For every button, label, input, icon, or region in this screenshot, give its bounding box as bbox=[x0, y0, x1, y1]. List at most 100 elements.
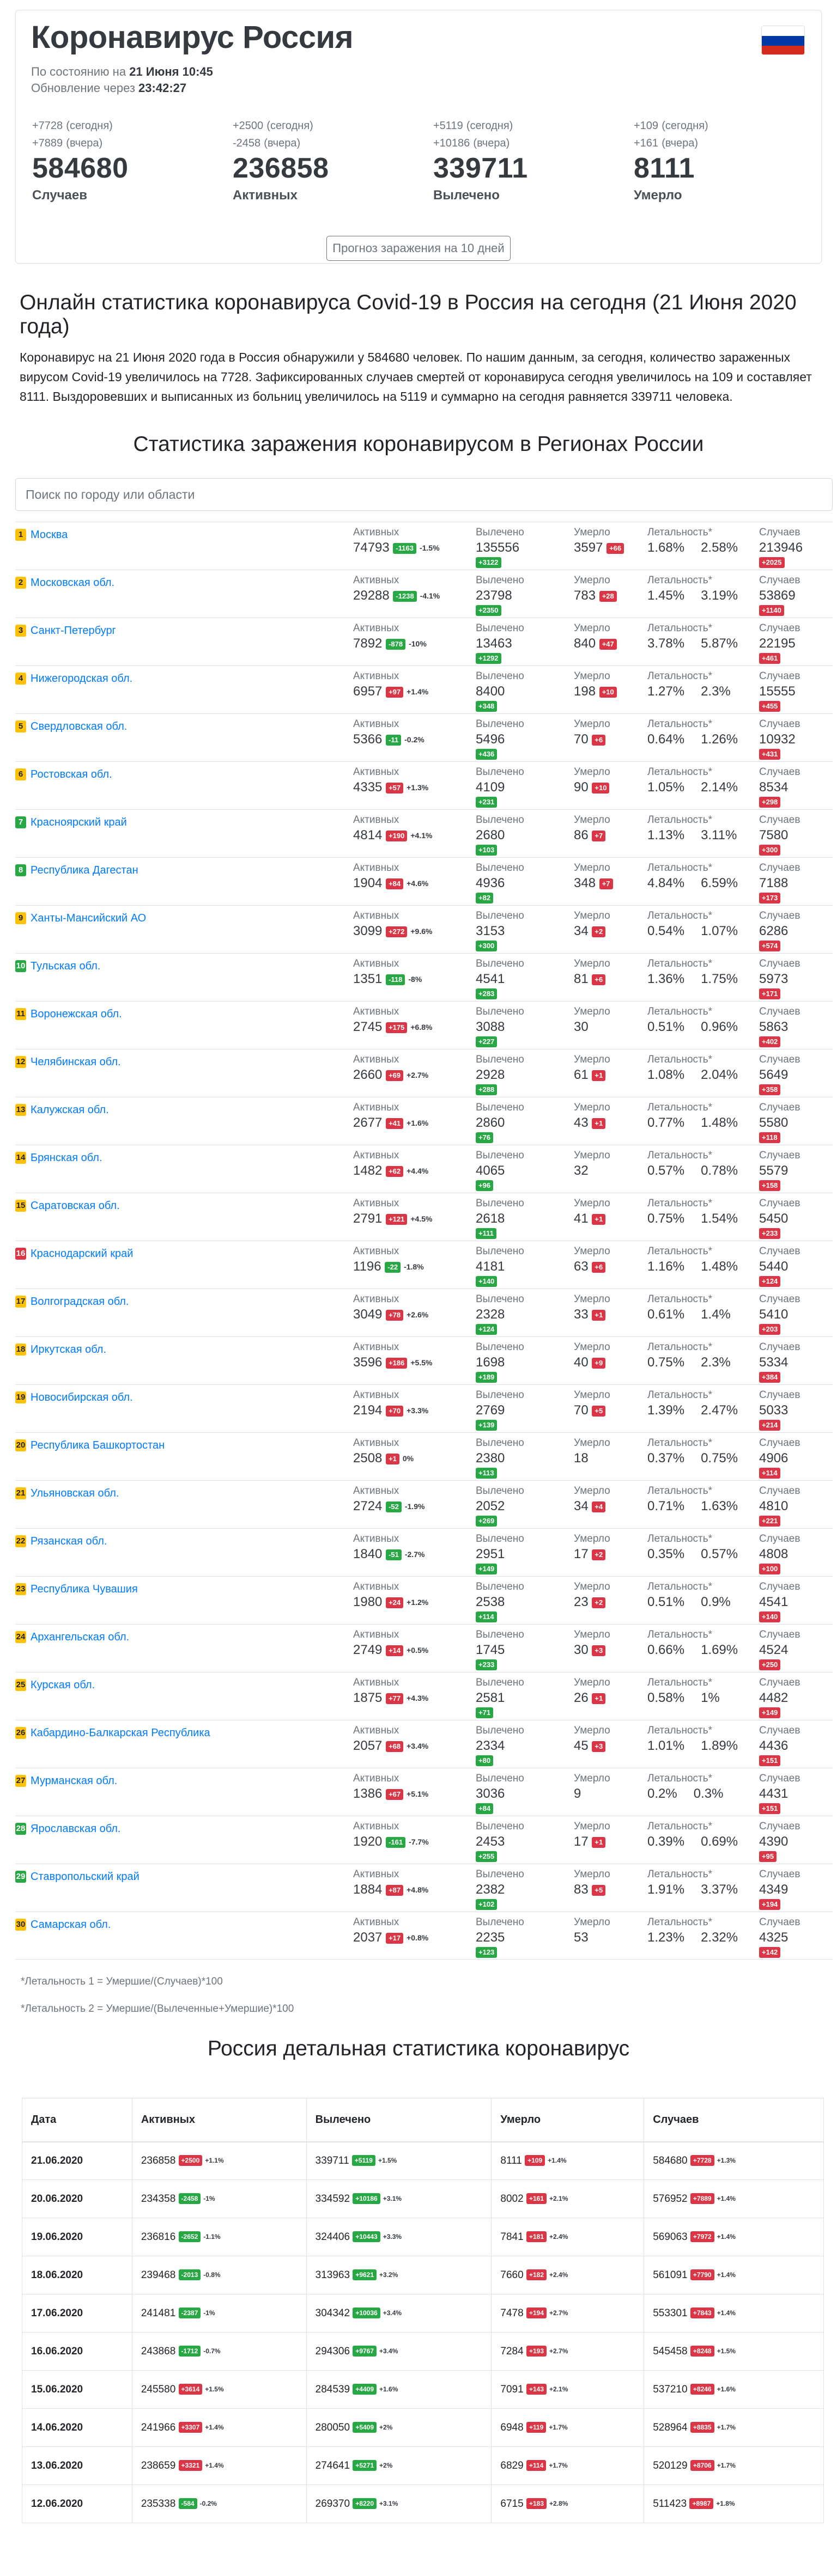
delta-badge: +17 bbox=[386, 1933, 404, 1944]
lethality-cell: Летальность* 1.36% 1.75% bbox=[647, 958, 738, 986]
region-link[interactable]: Брянская обл. bbox=[31, 1152, 102, 1164]
region-link[interactable]: Республика Чувашия bbox=[31, 1583, 138, 1596]
detail-active: 236816 -2652 -1.1% bbox=[131, 2218, 307, 2256]
region-link[interactable]: Санкт-Петербург bbox=[31, 625, 116, 637]
detail-recovered: 294306 +9767 +3.4% bbox=[306, 2332, 492, 2371]
lethality-cell: Летальность* 0.37% 0.75% bbox=[647, 1437, 738, 1466]
region-link[interactable]: Ростовская обл. bbox=[31, 768, 112, 781]
active-cell: Активных 2660 +69 +2.7% bbox=[353, 1054, 429, 1082]
region-link[interactable]: Воронежская обл. bbox=[31, 1008, 122, 1021]
lethality-cell: Летальность* 1.27% 2.3% bbox=[647, 670, 731, 699]
region-row: 10 Тульская обл. Активных 1351 -118 -8% Вылеч… bbox=[15, 953, 833, 1001]
intro-text: Коронавирус на 21 Июня 2020 года в Росси… bbox=[20, 350, 812, 404]
active-cell: Активных 3596 +186 +5.5% bbox=[353, 1341, 433, 1370]
delta-badge: +221 bbox=[759, 1516, 781, 1527]
cases-cell: Случаев 5863 +402 bbox=[759, 1005, 800, 1048]
recovered-cell: Вылечено 5496 +436 bbox=[476, 717, 524, 760]
region-link[interactable]: Калужская обл. bbox=[31, 1104, 109, 1116]
died-cell: Умерло 840 +47 bbox=[574, 621, 617, 652]
region-link[interactable]: Республика Дагестан bbox=[31, 864, 138, 877]
cases-cell: Случаев 4325 +142 bbox=[759, 1915, 800, 1958]
region-link[interactable]: Ульяновская обл. bbox=[31, 1487, 119, 1500]
region-row: 24 Архангельская обл. Активных 2749 +14 +0.5… bbox=[15, 1624, 833, 1672]
region-link[interactable]: Самарская обл. bbox=[31, 1919, 111, 1931]
detail-active: 239468 -2013 -0.8% bbox=[131, 2256, 307, 2294]
region-link[interactable]: Нижегородская обл. bbox=[31, 673, 132, 685]
region-link[interactable]: Москва bbox=[31, 529, 68, 541]
delta-badge: +7889 bbox=[690, 2193, 714, 2204]
region-link[interactable]: Тульская обл. bbox=[31, 960, 100, 973]
recovered-cell: Вылечено 2769 +139 bbox=[476, 1388, 524, 1431]
delta-badge: +8220 bbox=[353, 2498, 377, 2509]
region-rank: 30 bbox=[15, 1919, 26, 1931]
delta-badge: +71 bbox=[476, 1707, 494, 1718]
detail-recovered: 280050 +5409 +2% bbox=[306, 2408, 492, 2447]
update-line: Обновление через 23:42:27 bbox=[31, 81, 187, 95]
stat-label: Умерло bbox=[634, 188, 682, 203]
delta-badge: +7790 bbox=[690, 2269, 714, 2280]
region-link[interactable]: Челябинская обл. bbox=[31, 1056, 121, 1069]
delta-badge: +10036 bbox=[353, 2307, 380, 2318]
active-cell: Активных 4814 +190 +4.1% bbox=[353, 814, 433, 843]
stat-yesterday: +10186 (вчера) bbox=[433, 137, 510, 149]
region-row: 19 Новосибирская обл. Активных 2194 +70 +3.3… bbox=[15, 1384, 833, 1432]
delta-badge: +3 bbox=[592, 1741, 606, 1752]
region-link[interactable]: Ярославская обл. bbox=[31, 1823, 121, 1835]
region-rank: 24 bbox=[15, 1631, 26, 1643]
detail-recovered: 284539 +4409 +1.6% bbox=[306, 2370, 492, 2409]
region-search-input[interactable] bbox=[15, 478, 833, 511]
lethality-cell: Летальность* 1.91% 3.37% bbox=[647, 1869, 738, 1897]
recovered-cell: Вылечено 3153 +300 bbox=[476, 909, 524, 952]
region-row: 13 Калужская обл. Активных 2677 +41 +1.6% Выл… bbox=[15, 1097, 833, 1145]
delta-badge: +1 bbox=[592, 1214, 606, 1225]
region-link[interactable]: Архангельская обл. bbox=[31, 1631, 129, 1644]
region-row: 7 Красноярский край Активных 4814 +190 +4.1%… bbox=[15, 809, 833, 857]
delta-badge: +1 bbox=[592, 1118, 606, 1129]
region-link[interactable]: Кабардино-Балкарская Республика bbox=[31, 1727, 210, 1739]
region-link[interactable]: Иркутская обл. bbox=[31, 1344, 106, 1356]
region-link[interactable]: Рязанская обл. bbox=[31, 1535, 107, 1548]
region-row: 9 Ханты-Мансийский АО Активных 3099 +272 +9.… bbox=[15, 905, 833, 953]
delta-badge: +77 bbox=[386, 1693, 404, 1704]
stat-label: Активных bbox=[233, 188, 298, 203]
detail-died: 8111 +109 +1.4% bbox=[491, 2141, 645, 2180]
region-link[interactable]: Московская обл. bbox=[31, 577, 114, 589]
region-link[interactable]: Ханты-Мансийский АО bbox=[31, 912, 146, 925]
region-rank: 1 bbox=[15, 529, 26, 541]
region-link[interactable]: Саратовская обл. bbox=[31, 1200, 120, 1212]
region-link[interactable]: Курская обл. bbox=[31, 1679, 95, 1692]
died-cell: Умерло 70 +5 bbox=[574, 1389, 610, 1418]
recovered-cell: Вылечено 3036 +84 bbox=[476, 1772, 524, 1815]
region-link[interactable]: Волгоградская обл. bbox=[31, 1296, 129, 1308]
region-link[interactable]: Краснодарский край bbox=[31, 1248, 133, 1260]
delta-badge: +97 bbox=[386, 687, 404, 698]
died-cell: Умерло 198 +10 bbox=[574, 669, 617, 700]
delta-badge: +7 bbox=[592, 831, 606, 841]
delta-badge: +7728 bbox=[690, 2154, 714, 2166]
forecast-button[interactable]: Прогноз заражения на 10 дней bbox=[326, 236, 511, 261]
detail-header[interactable]: Дата bbox=[22, 2098, 132, 2142]
detail-cases: 545458 +8248 +1.5% bbox=[644, 2332, 824, 2371]
detail-header[interactable]: Умерло bbox=[491, 2098, 645, 2142]
region-row: 1 Москва Активных 74793 -1163 -1.5% Вылечено 1… bbox=[15, 522, 833, 570]
region-link[interactable]: Республика Башкортостан bbox=[31, 1439, 165, 1452]
region-link[interactable]: Ставропольский край bbox=[31, 1871, 140, 1883]
lethality-cell: Летальность* 1.23% 2.32% bbox=[647, 1916, 738, 1945]
region-link[interactable]: Новосибирская обл. bbox=[31, 1391, 133, 1404]
detail-header[interactable]: Вылечено bbox=[306, 2098, 492, 2142]
region-link[interactable]: Красноярский край bbox=[31, 816, 127, 829]
delta-badge: -22 bbox=[385, 1262, 401, 1273]
region-link[interactable]: Свердловская обл. bbox=[31, 721, 127, 733]
delta-badge: +114 bbox=[526, 2459, 547, 2471]
died-cell: Умерло 81 +6 bbox=[574, 958, 610, 986]
region-rank: 27 bbox=[15, 1775, 26, 1787]
delta-badge: +100 bbox=[759, 1564, 781, 1574]
detail-header[interactable]: Активных bbox=[131, 2098, 307, 2142]
region-link[interactable]: Мурманская обл. bbox=[31, 1775, 117, 1787]
detail-header[interactable]: Случаев bbox=[644, 2098, 824, 2142]
delta-badge: +68 bbox=[386, 1741, 404, 1752]
delta-badge: +139 bbox=[476, 1420, 498, 1431]
detail-recovered: 313963 +9621 +3.2% bbox=[306, 2256, 492, 2294]
delta-badge: +250 bbox=[759, 1659, 781, 1670]
lethality-cell: Летальность* 1.08% 2.04% bbox=[647, 1054, 738, 1082]
